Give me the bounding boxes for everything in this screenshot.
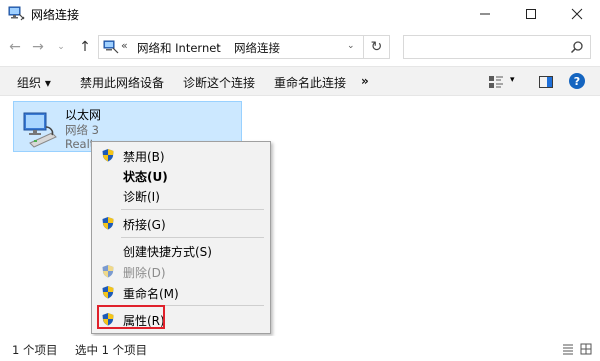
minimize-icon: [480, 13, 490, 15]
selected-count: 选中 1 个项目: [75, 343, 148, 357]
minimize-button[interactable]: [462, 0, 508, 28]
network-connections-icon: [103, 40, 119, 54]
large-icons-view-icon[interactable]: [580, 343, 592, 355]
status-bar: 1 个项目 选中 1 个项目: [0, 336, 600, 361]
view-options-dropdown[interactable]: ▾: [510, 75, 515, 85]
network-connections-icon: [8, 6, 25, 21]
menu-item-rename[interactable]: 重命名(M): [92, 282, 270, 302]
recent-locations-button[interactable]: ⌄: [52, 37, 70, 57]
refresh-icon: ↻: [370, 39, 383, 55]
breadcrumb-network-connections[interactable]: 网络连接: [234, 40, 280, 56]
title-bar: 网络连接: [0, 0, 600, 28]
breadcrumb-network-internet[interactable]: 网络和 Internet: [137, 40, 221, 56]
menu-item-label: 重命名(M): [123, 287, 179, 301]
menu-item-status[interactable]: 状态(U): [92, 165, 270, 185]
forward-button[interactable]: →: [29, 37, 47, 57]
menu-item-diagnose[interactable]: 诊断(I): [92, 185, 270, 205]
help-icon: ?: [573, 74, 581, 88]
help-button[interactable]: ?: [569, 73, 585, 89]
forward-arrow-icon: →: [32, 39, 44, 55]
search-icon: [570, 41, 583, 54]
menu-item-label: 诊断(I): [123, 190, 160, 204]
refresh-button[interactable]: ↻: [364, 35, 390, 59]
item-count: 1 个项目: [12, 343, 58, 357]
connection-adapter: Realt: [65, 137, 95, 151]
disable-device-button[interactable]: 禁用此网络设备: [80, 74, 164, 91]
more-commands-button[interactable]: »: [361, 74, 369, 88]
uac-shield-icon: [102, 265, 114, 278]
search-input[interactable]: [403, 35, 591, 59]
rename-connection-button[interactable]: 重命名此连接: [274, 74, 346, 91]
breadcrumb-separator[interactable]: ›: [216, 39, 220, 52]
uac-shield-icon: [102, 217, 114, 230]
address-bar[interactable]: « 网络和 Internet › 网络连接 ⌄: [98, 35, 364, 59]
change-view-icon[interactable]: [488, 74, 504, 90]
address-dropdown-icon[interactable]: ⌄: [347, 41, 357, 51]
preview-pane-icon[interactable]: [538, 74, 554, 90]
back-arrow-icon: ←: [9, 39, 21, 55]
details-view-icon[interactable]: [562, 343, 574, 355]
ethernet-adapter-icon: [23, 112, 57, 148]
menu-item-label: 删除(D): [123, 266, 166, 280]
file-list[interactable]: 以太网 网络 3 Realt: [0, 96, 600, 336]
context-menu: 禁用(B) 状态(U) 诊断(I) 桥接(G) 创建快捷方式(S) 删除(D) …: [91, 141, 271, 334]
menu-item-delete: 删除(D): [92, 261, 270, 281]
close-button[interactable]: [554, 0, 600, 28]
menu-item-disable[interactable]: 禁用(B): [92, 145, 270, 165]
menu-item-bridge[interactable]: 桥接(G): [92, 213, 270, 233]
maximize-button[interactable]: [508, 0, 554, 28]
menu-item-label: 桥接(G): [123, 218, 166, 232]
maximize-icon: [526, 9, 536, 19]
menu-item-label: 状态(U): [123, 170, 168, 184]
connection-name: 以太网: [65, 108, 102, 122]
up-arrow-icon: ↑: [79, 39, 91, 55]
close-icon: [571, 8, 583, 20]
window-title: 网络连接: [31, 8, 80, 22]
menu-item-create-shortcut[interactable]: 创建快捷方式(S): [92, 240, 270, 260]
uac-shield-icon: [102, 149, 114, 162]
address-row: ← → ⌄ ↑ « 网络和 Internet › 网络连接 ⌄ ↻: [0, 28, 600, 66]
menu-item-label: 创建快捷方式(S): [123, 245, 212, 259]
command-bar: 组织 ▾ 禁用此网络设备 诊断这个连接 重命名此连接 » ▾ ?: [0, 66, 600, 96]
connection-network: 网络 3: [65, 123, 99, 137]
back-button[interactable]: ←: [6, 37, 24, 57]
menu-item-label: 禁用(B): [123, 150, 165, 164]
chevron-down-icon: ⌄: [57, 42, 65, 52]
uac-shield-icon: [102, 286, 114, 299]
menu-separator: [121, 209, 264, 210]
menu-separator: [121, 237, 264, 238]
organize-menu[interactable]: 组织 ▾: [17, 74, 51, 91]
properties-highlight-box: [97, 305, 165, 329]
diagnose-connection-button[interactable]: 诊断这个连接: [183, 74, 255, 91]
up-button[interactable]: ↑: [76, 37, 94, 57]
address-overflow[interactable]: «: [121, 39, 128, 52]
